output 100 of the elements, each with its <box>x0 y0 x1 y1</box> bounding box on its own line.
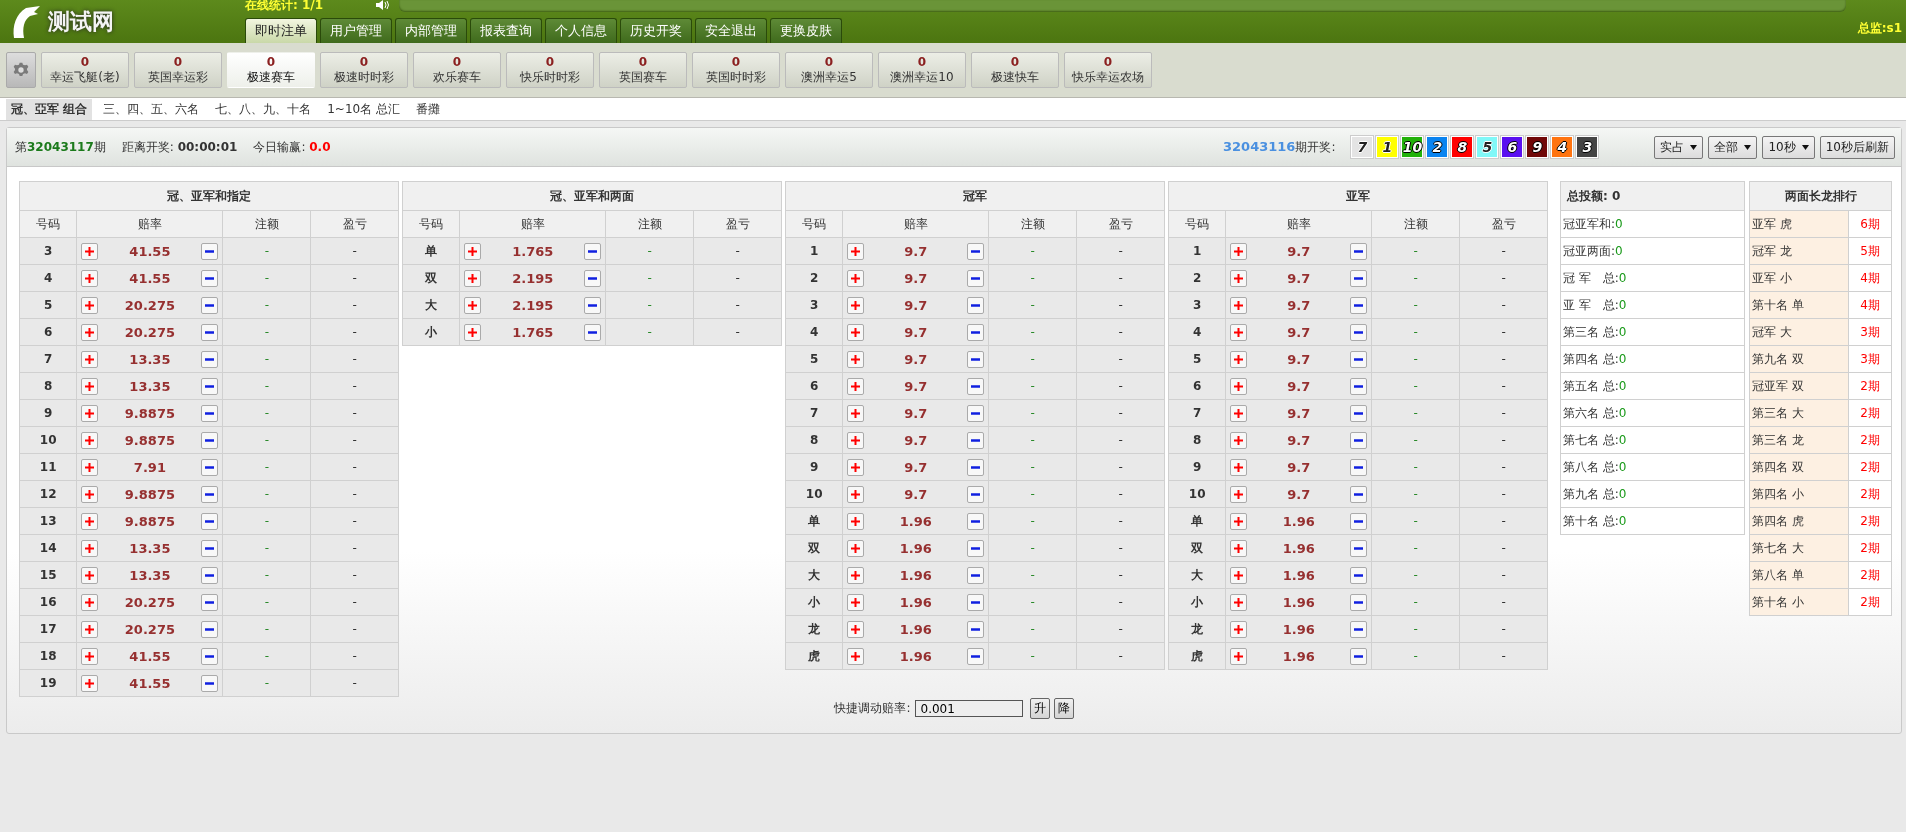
dropdown[interactable]: 实占 <box>1654 135 1704 159</box>
minus-icon[interactable] <box>584 323 602 341</box>
refresh-button[interactable]: 10秒后刷新 <box>1819 135 1895 159</box>
nav-tab[interactable]: 用户管理 <box>320 18 392 43</box>
minus-icon[interactable] <box>201 458 219 476</box>
minus-icon[interactable] <box>967 647 985 665</box>
plus-icon[interactable] <box>1230 485 1248 503</box>
minus-icon[interactable] <box>1350 350 1368 368</box>
minus-icon[interactable] <box>201 296 219 314</box>
plus-icon[interactable] <box>1230 350 1248 368</box>
minus-icon[interactable] <box>201 323 219 341</box>
sub-tab[interactable]: 冠、亞军 组合 <box>6 98 93 120</box>
plus-icon[interactable] <box>81 269 99 287</box>
minus-icon[interactable] <box>967 620 985 638</box>
minus-icon[interactable] <box>201 431 219 449</box>
minus-icon[interactable] <box>584 269 602 287</box>
game-tab[interactable]: 0 快乐幸运农场 <box>1064 52 1152 88</box>
plus-icon[interactable] <box>81 512 99 530</box>
adjust-button[interactable]: 升 <box>1029 698 1050 719</box>
minus-icon[interactable] <box>967 323 985 341</box>
plus-icon[interactable] <box>1230 458 1248 476</box>
sub-tab[interactable]: 七、八、九、十名 <box>210 98 317 120</box>
minus-icon[interactable] <box>584 242 602 260</box>
plus-icon[interactable] <box>1230 620 1248 638</box>
nav-tab[interactable]: 更换皮肤 <box>770 18 842 43</box>
plus-icon[interactable] <box>464 242 482 260</box>
minus-icon[interactable] <box>967 404 985 422</box>
minus-icon[interactable] <box>1350 458 1368 476</box>
minus-icon[interactable] <box>201 566 219 584</box>
plus-icon[interactable] <box>81 647 99 665</box>
minus-icon[interactable] <box>1350 539 1368 557</box>
game-tab[interactable]: 0 快乐时时彩 <box>506 52 594 88</box>
plus-icon[interactable] <box>847 350 865 368</box>
plus-icon[interactable] <box>81 350 99 368</box>
odds-step-input[interactable]: 0.001 <box>914 700 1023 717</box>
minus-icon[interactable] <box>201 539 219 557</box>
plus-icon[interactable] <box>81 323 99 341</box>
sub-tab[interactable]: 1~10名 总汇 <box>322 98 405 120</box>
nav-tab[interactable]: 个人信息 <box>545 18 617 43</box>
minus-icon[interactable] <box>201 350 219 368</box>
plus-icon[interactable] <box>847 458 865 476</box>
nav-tab[interactable]: 即时注单 <box>245 18 317 43</box>
settings-button[interactable] <box>6 52 36 88</box>
plus-icon[interactable] <box>1230 323 1248 341</box>
minus-icon[interactable] <box>967 377 985 395</box>
minus-icon[interactable] <box>967 431 985 449</box>
plus-icon[interactable] <box>1230 269 1248 287</box>
minus-icon[interactable] <box>1350 269 1368 287</box>
game-tab[interactable]: 0 英国时时彩 <box>692 52 780 88</box>
minus-icon[interactable] <box>584 296 602 314</box>
nav-tab[interactable]: 内部管理 <box>395 18 467 43</box>
minus-icon[interactable] <box>1350 593 1368 611</box>
minus-icon[interactable] <box>201 377 219 395</box>
plus-icon[interactable] <box>81 539 99 557</box>
plus-icon[interactable] <box>1230 512 1248 530</box>
minus-icon[interactable] <box>1350 431 1368 449</box>
plus-icon[interactable] <box>81 593 99 611</box>
plus-icon[interactable] <box>81 458 99 476</box>
nav-tab[interactable]: 安全退出 <box>695 18 767 43</box>
minus-icon[interactable] <box>967 269 985 287</box>
plus-icon[interactable] <box>81 242 99 260</box>
minus-icon[interactable] <box>1350 647 1368 665</box>
plus-icon[interactable] <box>847 539 865 557</box>
minus-icon[interactable] <box>201 404 219 422</box>
plus-icon[interactable] <box>81 431 99 449</box>
plus-icon[interactable] <box>81 566 99 584</box>
plus-icon[interactable] <box>81 620 99 638</box>
game-tab[interactable]: 0 澳洲幸运5 <box>785 52 873 88</box>
plus-icon[interactable] <box>1230 593 1248 611</box>
game-tab[interactable]: 0 极速快车 <box>971 52 1059 88</box>
minus-icon[interactable] <box>1350 566 1368 584</box>
minus-icon[interactable] <box>967 512 985 530</box>
game-tab[interactable]: 0 极速赛车 <box>227 52 315 88</box>
plus-icon[interactable] <box>847 566 865 584</box>
minus-icon[interactable] <box>967 350 985 368</box>
minus-icon[interactable] <box>201 674 219 692</box>
plus-icon[interactable] <box>81 674 99 692</box>
minus-icon[interactable] <box>1350 296 1368 314</box>
plus-icon[interactable] <box>464 269 482 287</box>
plus-icon[interactable] <box>847 296 865 314</box>
minus-icon[interactable] <box>1350 512 1368 530</box>
plus-icon[interactable] <box>81 404 99 422</box>
plus-icon[interactable] <box>464 323 482 341</box>
plus-icon[interactable] <box>1230 404 1248 422</box>
plus-icon[interactable] <box>1230 647 1248 665</box>
minus-icon[interactable] <box>967 539 985 557</box>
game-tab[interactable]: 0 英国赛车 <box>599 52 687 88</box>
plus-icon[interactable] <box>1230 377 1248 395</box>
minus-icon[interactable] <box>201 512 219 530</box>
plus-icon[interactable] <box>847 269 865 287</box>
plus-icon[interactable] <box>847 647 865 665</box>
speaker-icon[interactable] <box>375 0 389 10</box>
minus-icon[interactable] <box>201 269 219 287</box>
minus-icon[interactable] <box>967 566 985 584</box>
minus-icon[interactable] <box>1350 404 1368 422</box>
plus-icon[interactable] <box>847 242 865 260</box>
plus-icon[interactable] <box>1230 242 1248 260</box>
minus-icon[interactable] <box>967 458 985 476</box>
dropdown[interactable]: 10秒 <box>1762 135 1815 159</box>
nav-tab[interactable]: 历史开奖 <box>620 18 692 43</box>
